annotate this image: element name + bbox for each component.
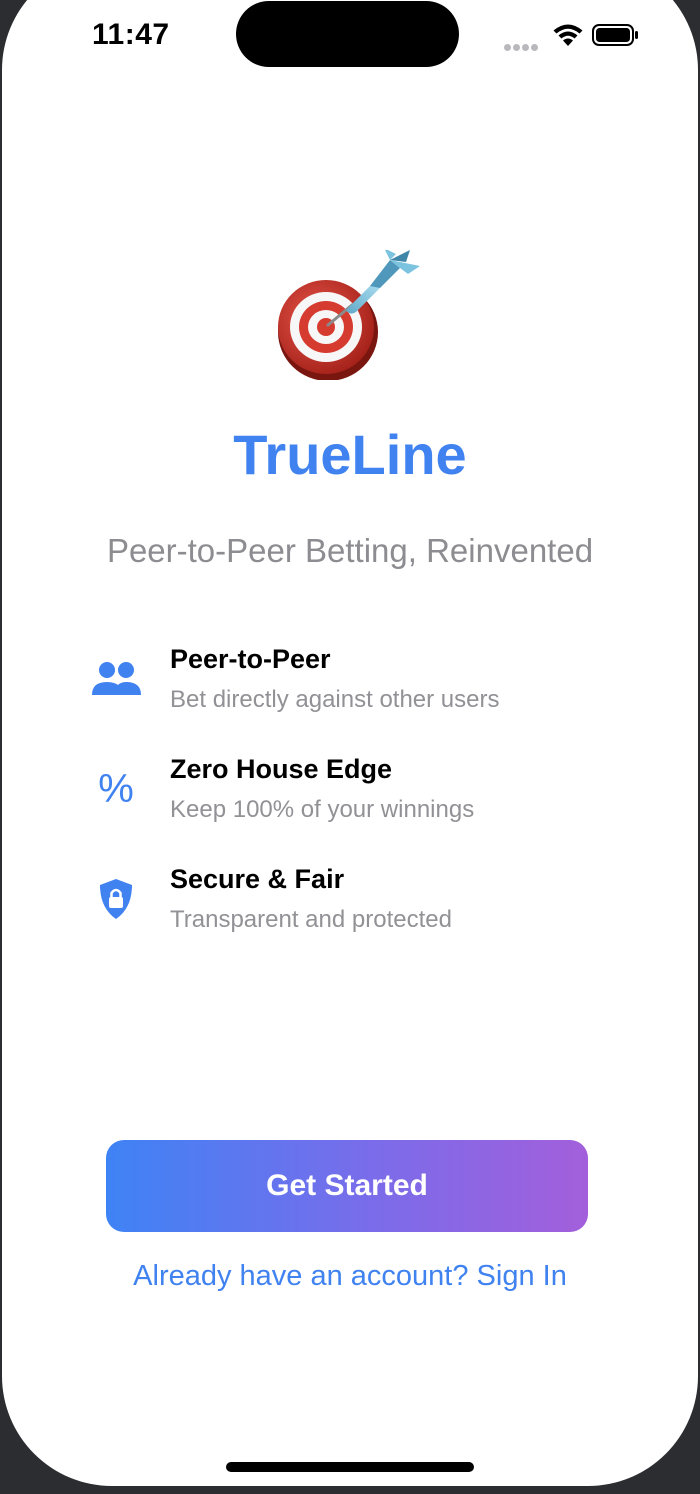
feature-description: Bet directly against other users	[170, 686, 500, 713]
feature-zero-house-edge: % Zero House Edge Keep 100% of your winn…	[86, 754, 646, 844]
shield-lock-icon	[86, 874, 146, 924]
app-title: TrueLine	[233, 423, 467, 486]
cellular-signal-icon	[504, 38, 540, 56]
percent-icon: %	[98, 767, 134, 811]
feature-title: Secure & Fair	[170, 864, 345, 894]
wifi-icon	[553, 24, 583, 46]
dart-target-icon	[278, 250, 420, 380]
feature-title: Peer-to-Peer	[170, 644, 331, 674]
home-indicator[interactable]	[226, 1462, 474, 1472]
device-frame: 11:47 TrueLine Peer-to-Peer Betting, Rei…	[0, 0, 700, 1494]
feature-description: Transparent and protected	[170, 906, 452, 933]
sign-in-link[interactable]: Already have an account? Sign In	[2, 1260, 698, 1293]
welcome-screen: 11:47 TrueLine Peer-to-Peer Betting, Rei…	[2, 0, 698, 1486]
get-started-button[interactable]: Get Started	[106, 1140, 588, 1232]
status-bar: 11:47	[2, 0, 698, 70]
people-icon	[86, 654, 146, 704]
feature-secure-fair: Secure & Fair Transparent and protected	[86, 864, 646, 954]
app-tagline: Peer-to-Peer Betting, Reinvented	[106, 532, 594, 569]
feature-description: Keep 100% of your winnings	[170, 796, 475, 823]
feature-peer-to-peer: Peer-to-Peer Bet directly against other …	[86, 644, 646, 734]
feature-title: Zero House Edge	[170, 754, 393, 784]
dynamic-island	[236, 1, 459, 67]
battery-icon	[592, 24, 638, 46]
status-time: 11:47	[92, 18, 170, 51]
